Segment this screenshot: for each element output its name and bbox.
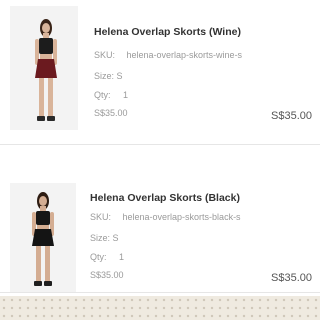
qty-value: 1: [123, 90, 129, 100]
size-text: Size: S: [94, 71, 123, 81]
decorative-pattern-strip: [0, 296, 320, 320]
qty-row: Qty: 1: [90, 252, 124, 262]
divider: [0, 292, 320, 293]
unit-price: S$35.00: [90, 270, 124, 280]
model-figure: [10, 6, 78, 130]
sku-value: helena-overlap-skorts-black-s: [122, 212, 241, 222]
qty-value: 1: [119, 252, 125, 262]
qty-label: Qty:: [90, 252, 107, 262]
qty-label: Qty:: [94, 90, 111, 100]
unit-price: S$35.00: [94, 108, 128, 118]
line-total: S$35.00: [271, 272, 312, 284]
product-title[interactable]: Helena Overlap Skorts (Black): [90, 192, 240, 204]
sku-value: helena-overlap-skorts-wine-s: [126, 50, 243, 60]
line-total: S$35.00: [271, 110, 312, 122]
product-image[interactable]: [10, 183, 76, 293]
sku-row: SKU: helena-overlap-skorts-wine-s: [94, 50, 242, 60]
model-figure: [10, 183, 76, 293]
cart-page: Helena Overlap Skorts (Wine) SKU: helena…: [0, 0, 320, 320]
cart-item: Helena Overlap Skorts (Black) SKU: helen…: [0, 175, 320, 315]
qty-row: Qty: 1: [94, 90, 128, 100]
sku-label: SKU:: [90, 212, 112, 222]
product-title[interactable]: Helena Overlap Skorts (Wine): [94, 26, 241, 38]
sku-label: SKU:: [94, 50, 116, 60]
product-image[interactable]: [10, 6, 78, 130]
divider: [0, 144, 320, 145]
sku-row: SKU: helena-overlap-skorts-black-s: [90, 212, 241, 222]
cart-item: Helena Overlap Skorts (Wine) SKU: helena…: [0, 0, 320, 140]
size-text: Size: S: [90, 233, 119, 243]
